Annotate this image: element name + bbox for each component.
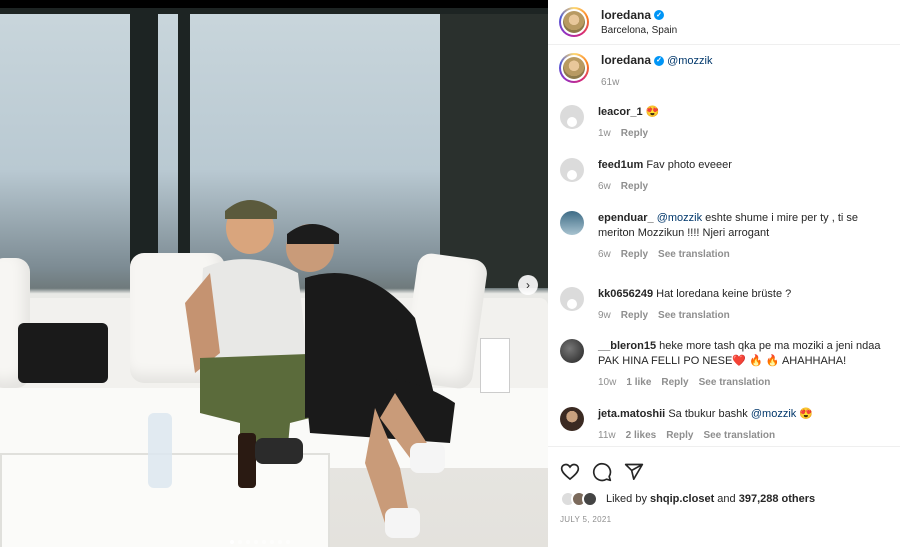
commenter-avatar[interactable] xyxy=(560,287,584,311)
comment-time[interactable]: 10w xyxy=(598,375,616,390)
liked-by-label: Liked by xyxy=(606,493,647,505)
comment-text: Fav photo eveeer xyxy=(646,159,732,171)
post-header: loredana ✓ Barcelona, Spain xyxy=(548,0,900,45)
comment-time[interactable]: 1w xyxy=(598,126,611,141)
comment-item: __bleron15 heke more tash qka pe ma mozi… xyxy=(548,339,900,407)
reply-button[interactable]: Reply xyxy=(621,179,648,194)
comment-likes[interactable]: 2 likes xyxy=(626,428,657,443)
commenter-avatar[interactable] xyxy=(560,105,584,129)
see-translation-button[interactable]: See translation xyxy=(703,428,775,443)
comment-username[interactable]: __bleron15 xyxy=(598,340,656,352)
reply-button[interactable]: Reply xyxy=(661,375,688,390)
comment-text-tail: AHAHHAHA! xyxy=(781,355,847,367)
likes-count[interactable]: 397,288 others xyxy=(739,493,815,505)
photo-scene xyxy=(0,8,548,547)
likes-summary: Liked by shqip.closet and 397,288 others xyxy=(548,491,900,507)
caption-mention[interactable]: @mozzik xyxy=(667,55,712,67)
verified-badge-icon: ✓ xyxy=(654,55,665,66)
liker-avatars[interactable] xyxy=(560,491,598,507)
comment-item: leacor_1 😍 1w Reply xyxy=(548,105,900,158)
reply-button[interactable]: Reply xyxy=(621,247,648,262)
caption-time[interactable]: 61w xyxy=(601,75,619,90)
comment-item: jeta.matoshii Sa tbukur bashk @mozzik 😍 … xyxy=(548,407,900,445)
commenter-avatar[interactable] xyxy=(560,211,584,235)
carousel-dots xyxy=(230,540,290,544)
caption: loredana ✓ @mozzik 61w xyxy=(548,45,900,105)
comment-item: kk0656249 Hat loredana keine brüste ? 9w… xyxy=(548,287,900,339)
share-icon[interactable] xyxy=(624,462,644,482)
verified-badge-icon: ✓ xyxy=(654,10,665,20)
comment-item: ependuar_ @mozzik eshte shume i mire per… xyxy=(548,211,900,287)
post-photo[interactable]: › xyxy=(0,0,548,547)
comment-username[interactable]: ependuar_ xyxy=(598,212,654,224)
comment-emoji: ❤️ 🔥 🔥 xyxy=(732,355,780,367)
reply-button[interactable]: Reply xyxy=(621,126,648,141)
reply-button[interactable]: Reply xyxy=(666,428,693,443)
comment-username[interactable]: kk0656249 xyxy=(598,288,653,300)
author-avatar[interactable] xyxy=(559,7,589,37)
see-translation-button[interactable]: See translation xyxy=(658,247,730,262)
post-date[interactable]: JULY 5, 2021 xyxy=(548,515,900,524)
likes-and: and xyxy=(717,493,736,505)
post-panel: loredana ✓ Barcelona, Spain loredana ✓ @… xyxy=(548,0,900,547)
post-actions: Liked by shqip.closet and 397,288 others… xyxy=(548,446,900,547)
comment-time[interactable]: 11w xyxy=(598,428,616,443)
comment-username[interactable]: feed1um xyxy=(598,159,643,171)
comment-time[interactable]: 6w xyxy=(598,179,611,194)
see-translation-button[interactable]: See translation xyxy=(699,375,771,390)
comment-username[interactable]: leacor_1 xyxy=(598,106,643,118)
commenter-avatar[interactable] xyxy=(560,407,584,431)
reply-button[interactable]: Reply xyxy=(621,308,648,323)
comment-emoji: 😍 xyxy=(799,408,814,420)
caption-avatar[interactable] xyxy=(559,53,589,83)
see-translation-button[interactable]: See translation xyxy=(658,308,730,323)
commenter-avatar[interactable] xyxy=(560,339,584,363)
comment-likes[interactable]: 1 like xyxy=(626,375,651,390)
comment-item: feed1um Fav photo eveeer 6w Reply xyxy=(548,158,900,211)
post-location[interactable]: Barcelona, Spain xyxy=(601,25,677,36)
commenter-avatar[interactable] xyxy=(560,158,584,182)
comment-icon[interactable] xyxy=(592,462,612,482)
liked-by-user[interactable]: shqip.closet xyxy=(650,493,714,505)
comment-mention[interactable]: @mozzik xyxy=(657,212,702,224)
comment-time[interactable]: 9w xyxy=(598,308,611,323)
comments-list: loredana ✓ @mozzik 61w leacor_1 😍 1w Repl… xyxy=(548,45,900,445)
caption-username[interactable]: loredana xyxy=(601,53,651,68)
instagram-post-view: › loredana ✓ Barcelona, Spain loredana ✓… xyxy=(0,0,900,547)
comment-mention[interactable]: @mozzik xyxy=(751,408,796,420)
comment-text: Hat loredana keine brüste ? xyxy=(656,288,792,300)
author-username[interactable]: loredana xyxy=(601,8,651,22)
comment-username[interactable]: jeta.matoshii xyxy=(598,408,665,420)
comment-time[interactable]: 6w xyxy=(598,247,611,262)
comment-emoji: 😍 xyxy=(645,106,660,118)
heart-icon[interactable] xyxy=(560,462,580,482)
comment-text: Sa tbukur bashk xyxy=(668,408,748,420)
next-photo-button[interactable]: › xyxy=(518,275,538,295)
